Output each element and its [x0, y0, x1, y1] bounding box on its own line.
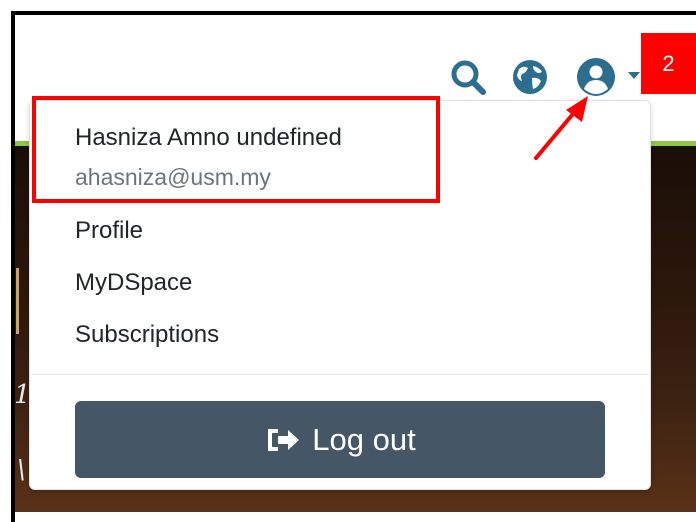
annotation-step-badge: 2 [641, 33, 696, 94]
menu-item-profile[interactable]: Profile [75, 217, 143, 245]
user-account-icon[interactable] [575, 57, 617, 97]
annotation-arrow-icon [534, 96, 588, 160]
background-text: \ [17, 455, 26, 485]
sign-out-icon [268, 428, 300, 451]
menu-item-subscriptions[interactable]: Subscriptions [75, 321, 219, 349]
chevron-down-icon[interactable] [628, 72, 640, 79]
globe-icon[interactable] [510, 58, 550, 96]
search-icon[interactable] [449, 59, 491, 95]
menu-divider [30, 374, 650, 375]
annotation-highlight-box [32, 96, 440, 203]
logout-label: Log out [312, 421, 416, 457]
menu-item-mydspace[interactable]: MyDSpace [75, 269, 192, 297]
background-decoration [16, 268, 19, 334]
logout-button[interactable]: Log out [75, 401, 605, 478]
